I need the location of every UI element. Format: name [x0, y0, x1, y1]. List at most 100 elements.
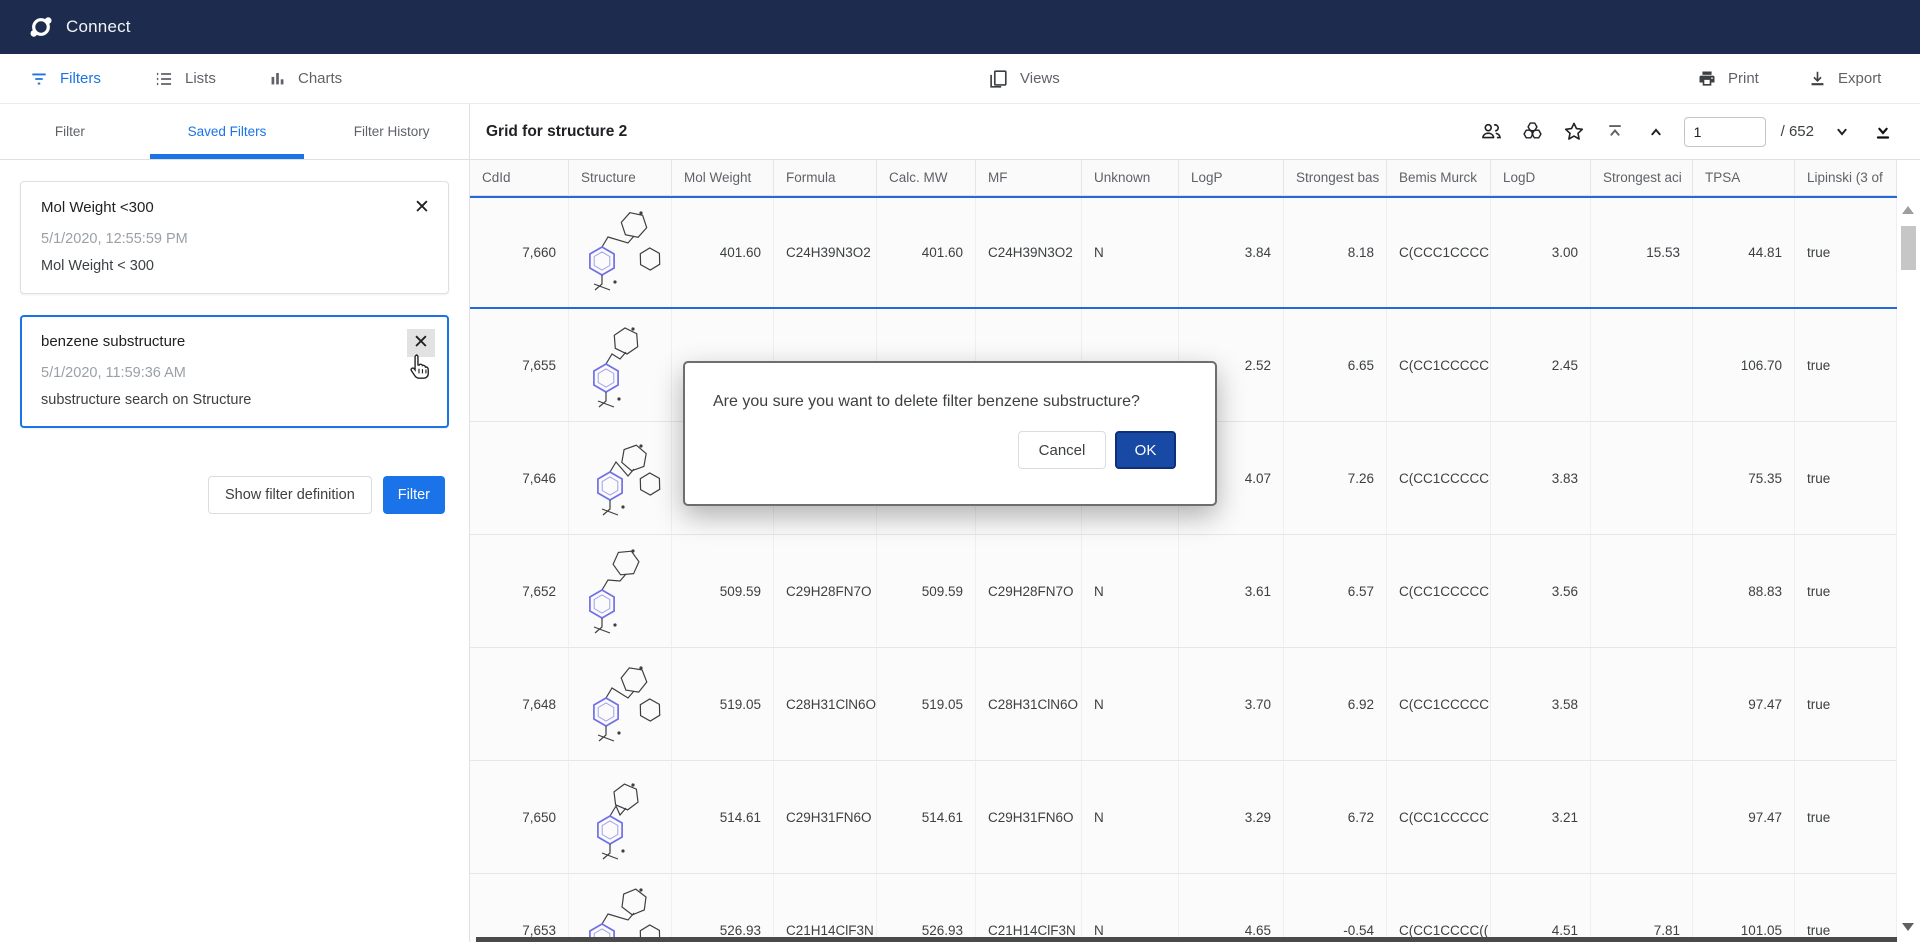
cell-strongest_basic: 6.65 — [1284, 309, 1387, 421]
cell-mf: C24H39N3O2 — [976, 198, 1082, 307]
cell-unknown: N — [1082, 761, 1179, 873]
cell-strongest_acidic — [1591, 648, 1693, 760]
column-header-lipinski[interactable]: Lipinski (3 of — [1795, 160, 1897, 196]
cell-calc_mw: 401.60 — [877, 198, 976, 307]
views-button[interactable]: Views — [987, 54, 1060, 103]
column-header-strongest_acidic[interactable]: Strongest aci — [1591, 160, 1693, 196]
table-row[interactable]: 7,652509.59C29H28FN7O509.59C29H28FN7ON3.… — [470, 535, 1897, 648]
filter-list-icon — [29, 69, 49, 89]
page-number-input[interactable] — [1684, 117, 1766, 147]
nav-lists[interactable]: Lists — [154, 54, 216, 103]
export-button[interactable]: Export — [1808, 54, 1881, 103]
ok-button[interactable]: OK — [1115, 431, 1176, 469]
active-tab-underline — [150, 154, 305, 159]
close-icon: ✕ — [414, 197, 430, 218]
saved-filter-card-selected[interactable]: benzene substructure ✕ 5/1/2020, 11:59:3… — [20, 315, 449, 428]
column-header-unknown[interactable]: Unknown — [1082, 160, 1179, 196]
users-icon[interactable] — [1479, 119, 1505, 145]
nav-filters-label: Filters — [60, 70, 101, 87]
column-header-logp[interactable]: LogP — [1179, 160, 1284, 196]
previous-page-icon[interactable] — [1643, 119, 1669, 145]
scroll-up-arrow-icon[interactable] — [1902, 206, 1914, 214]
cell-unknown: N — [1082, 874, 1179, 942]
grid-title-bar: Grid for structure 2 — [470, 104, 1920, 159]
column-header-tpsa[interactable]: TPSA — [1693, 160, 1795, 196]
cell-bemis_murcko: C(CC1CCCC(( — [1387, 874, 1491, 942]
filter-description: Mol Weight < 300 — [41, 258, 428, 274]
cell-mol_weight: 519.05 — [672, 648, 774, 760]
first-page-icon[interactable] — [1602, 119, 1628, 145]
column-header-calc_mw[interactable]: Calc. MW — [877, 160, 976, 196]
structures-hexagons-icon[interactable] — [1520, 119, 1546, 145]
molecule-drawing — [574, 313, 666, 417]
scroll-down-arrow-icon[interactable] — [1902, 923, 1914, 931]
column-header-mf[interactable]: MF — [976, 160, 1082, 196]
bar-chart-icon — [268, 69, 287, 88]
cell-strongest_basic: 6.92 — [1284, 648, 1387, 760]
app-root: Connect Filters Lists Charts Views — [0, 0, 1920, 942]
cell-mol_weight: 526.93 — [672, 874, 774, 942]
cell-mf: C21H14ClF3N — [976, 874, 1082, 942]
sidebar-actions: Show filter definition Filter — [208, 476, 445, 514]
list-icon — [154, 69, 174, 89]
table-header-row: CdIdStructureMol WeightFormulaCalc. MWMF… — [470, 160, 1897, 196]
table-row-selected[interactable]: 7,660401.60C24H39N3O2401.60C24H39N3O2N3.… — [470, 196, 1897, 309]
cell-unknown: N — [1082, 198, 1179, 307]
column-header-bemis_murcko[interactable]: Bemis Murck — [1387, 160, 1491, 196]
cell-tpsa: 106.70 — [1693, 309, 1795, 421]
nav-filters[interactable]: Filters — [29, 54, 101, 103]
horizontal-scrollbar-thumb[interactable] — [476, 937, 1897, 942]
cell-bemis_murcko: C(CC1CCCCC — [1387, 761, 1491, 873]
cell-unknown: N — [1082, 535, 1179, 647]
delete-filter-button[interactable]: ✕ — [408, 194, 436, 222]
cancel-button[interactable]: Cancel — [1018, 431, 1106, 469]
nav-charts-label: Charts — [298, 70, 342, 87]
vertical-scrollbar-thumb[interactable] — [1901, 226, 1916, 270]
cell-lipinski: true — [1795, 198, 1897, 307]
cell-bemis_murcko: C(CC1CCCCC — [1387, 648, 1491, 760]
favorite-star-icon[interactable] — [1561, 119, 1587, 145]
molecule-drawing — [574, 652, 666, 756]
tab-filter-history-label: Filter History — [354, 124, 430, 139]
vertical-scrollbar[interactable] — [1897, 196, 1920, 937]
cell-cdid: 7,660 — [470, 198, 569, 307]
tab-saved-filters[interactable]: Saved Filters — [140, 104, 315, 159]
table-row[interactable]: 7,648519.05C28H31ClN6O519.05C28H31ClN6ON… — [470, 648, 1897, 761]
tab-filter-history[interactable]: Filter History — [314, 104, 469, 159]
cell-bemis_murcko: C(CC1CCCCC — [1387, 422, 1491, 534]
molecule-drawing — [574, 201, 666, 305]
saved-filter-card[interactable]: Mol Weight <300 ✕ 5/1/2020, 12:55:59 PM … — [20, 181, 449, 294]
delete-filter-button[interactable]: ✕ — [407, 329, 435, 357]
next-page-icon[interactable] — [1829, 119, 1855, 145]
column-header-logd[interactable]: LogD — [1491, 160, 1591, 196]
print-button[interactable]: Print — [1697, 54, 1759, 103]
column-header-formula[interactable]: Formula — [774, 160, 877, 196]
tab-filter[interactable]: Filter — [0, 104, 140, 159]
cell-formula: C28H31ClN6O — [774, 648, 877, 760]
cell-logd: 3.21 — [1491, 761, 1591, 873]
molecule-drawing — [574, 539, 666, 643]
last-page-icon[interactable] — [1870, 119, 1896, 145]
show-filter-definition-button[interactable]: Show filter definition — [208, 476, 372, 514]
cell-logd: 2.45 — [1491, 309, 1591, 421]
filter-title: Mol Weight <300 — [41, 199, 428, 216]
grid-toolbar: / 652 — [1479, 117, 1896, 147]
cell-strongest_acidic — [1591, 761, 1693, 873]
filter-button[interactable]: Filter — [383, 476, 445, 514]
column-header-strongest_basic[interactable]: Strongest bas — [1284, 160, 1387, 196]
page-count: 652 — [1789, 123, 1814, 140]
cell-mf: C29H31FN6O — [976, 761, 1082, 873]
table-row[interactable]: 7,653526.93C21H14ClF3N526.93C21H14ClF3NN… — [470, 874, 1897, 942]
table-row[interactable]: 7,650514.61C29H31FN6O514.61C29H31FN6ON3.… — [470, 761, 1897, 874]
molecule-structure-image — [569, 648, 672, 760]
print-icon — [1697, 69, 1717, 89]
column-header-cdid[interactable]: CdId — [470, 160, 569, 196]
column-header-structure[interactable]: Structure — [569, 160, 672, 196]
filter-timestamp: 5/1/2020, 12:55:59 PM — [41, 231, 428, 247]
cell-bemis_murcko: C(CC1CCCCC — [1387, 535, 1491, 647]
nav-charts[interactable]: Charts — [268, 54, 342, 103]
cell-cdid: 7,648 — [470, 648, 569, 760]
cell-logp: 4.65 — [1179, 874, 1284, 942]
column-header-mol_weight[interactable]: Mol Weight — [672, 160, 774, 196]
tab-filter-label: Filter — [55, 124, 85, 139]
